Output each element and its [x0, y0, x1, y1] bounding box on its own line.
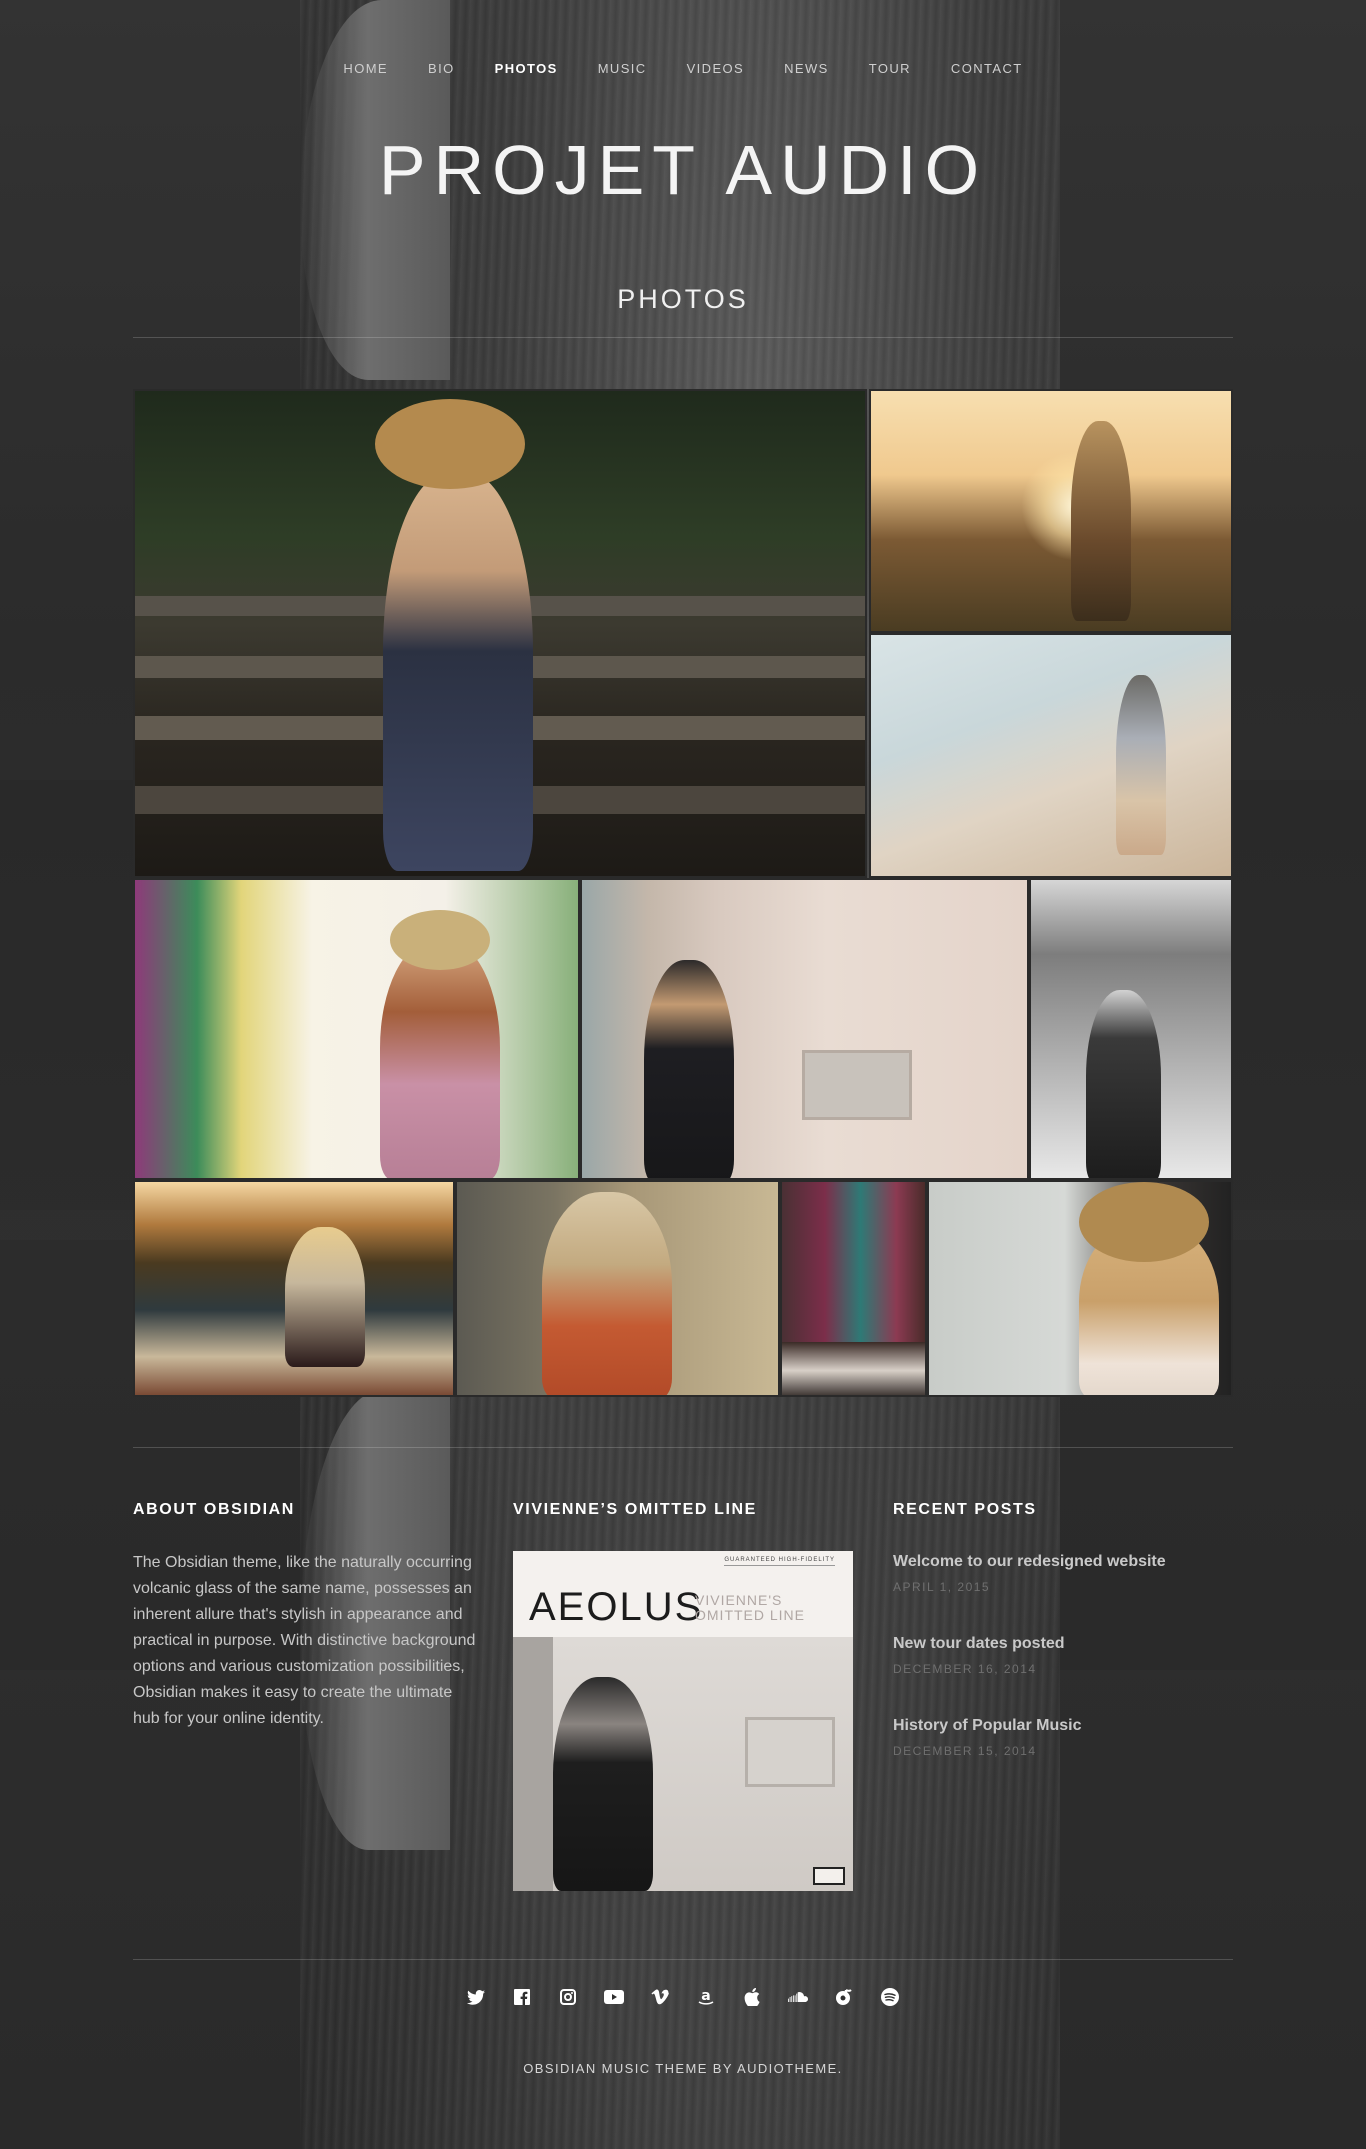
svg-text:a: a	[701, 1988, 710, 2004]
photo-gallery	[133, 389, 1233, 1397]
rdio-icon[interactable]	[834, 1987, 854, 2007]
nav-item-videos[interactable]: VIDEOS	[687, 61, 745, 76]
album-cover[interactable]: GUARANTEED HIGH-FIDELITY AEOLUS VIVIENNE…	[513, 1551, 853, 1891]
youtube-icon[interactable]	[604, 1987, 624, 2007]
page-title: PHOTOS	[617, 284, 749, 314]
divider	[133, 337, 1233, 338]
facebook-icon[interactable]	[512, 1987, 532, 2007]
gallery-photo[interactable]	[580, 878, 1029, 1180]
divider	[133, 1959, 1233, 1960]
gallery-photo[interactable]	[869, 633, 1233, 878]
vimeo-icon[interactable]	[650, 1987, 670, 2007]
post-title-link[interactable]: Welcome to our redesigned website	[893, 1553, 1233, 1571]
nav-item-tour[interactable]: TOUR	[869, 61, 911, 76]
recent-post: New tour dates posted DECEMBER 16, 2014	[893, 1635, 1233, 1676]
gallery-photo[interactable]	[780, 1180, 927, 1397]
instagram-icon[interactable]	[558, 1987, 578, 2007]
recent-post: Welcome to our redesigned website APRIL …	[893, 1553, 1233, 1594]
recent-post: History of Popular Music DECEMBER 15, 20…	[893, 1717, 1233, 1758]
post-date: DECEMBER 15, 2014	[893, 1744, 1037, 1758]
post-title-link[interactable]: History of Popular Music	[893, 1717, 1233, 1735]
twitter-icon[interactable]	[466, 1987, 486, 2007]
record-widget-title: VIVIENNE’S OMITTED LINE	[513, 1501, 757, 1518]
nav-item-home[interactable]: HOME	[343, 61, 388, 76]
soundcloud-icon[interactable]	[788, 1987, 808, 2007]
gallery-photo[interactable]	[869, 389, 1233, 633]
nav-item-photos[interactable]: PHOTOS	[495, 61, 558, 76]
amazon-icon[interactable]: a	[696, 1987, 716, 2007]
recent-posts-title: RECENT POSTS	[893, 1501, 1037, 1518]
gallery-photo[interactable]	[455, 1180, 780, 1397]
post-date: APRIL 1, 2015	[893, 1580, 991, 1594]
nav-item-music[interactable]: MUSIC	[598, 61, 647, 76]
gallery-photo[interactable]	[133, 1180, 455, 1397]
footer-credit[interactable]: OBSIDIAN MUSIC THEME BY AUDIOTHEME.	[0, 2061, 1366, 2076]
album-photo	[513, 1637, 853, 1891]
gallery-photo[interactable]	[1029, 878, 1233, 1180]
album-title: AEOLUS	[529, 1585, 704, 1629]
spotify-icon[interactable]	[880, 1987, 900, 2007]
social-links: a	[0, 1987, 1366, 2007]
post-date: DECEMBER 16, 2014	[893, 1662, 1037, 1676]
post-title-link[interactable]: New tour dates posted	[893, 1635, 1233, 1653]
nav-item-contact[interactable]: CONTACT	[951, 61, 1023, 76]
about-widget-title: ABOUT OBSIDIAN	[133, 1501, 295, 1518]
album-subtitle: VIVIENNE'S OMITTED LINE	[695, 1592, 806, 1623]
site-title[interactable]: PROJET AUDIO	[0, 130, 1366, 210]
about-text: The Obsidian theme, like the naturally o…	[133, 1554, 476, 1727]
apple-icon[interactable]	[742, 1987, 762, 2007]
nav-item-news[interactable]: NEWS	[784, 61, 829, 76]
gallery-photo[interactable]	[133, 389, 867, 878]
gallery-photo[interactable]	[927, 1180, 1233, 1397]
album-tagline: GUARANTEED HIGH-FIDELITY	[724, 1557, 835, 1566]
main-navigation: HOME BIO PHOTOS MUSIC VIDEOS NEWS TOUR C…	[0, 61, 1366, 76]
divider	[133, 1447, 1233, 1448]
nav-item-bio[interactable]: BIO	[428, 61, 455, 76]
gallery-photo[interactable]	[133, 878, 580, 1180]
